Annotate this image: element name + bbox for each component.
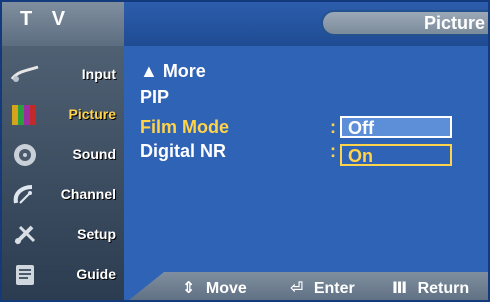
tools-icon <box>10 221 40 249</box>
sidebar-item-sound[interactable]: Sound <box>2 136 124 174</box>
enter-icon: ⏎ <box>290 280 304 297</box>
input-cable-icon <box>10 61 40 89</box>
hint-return: Ⅲ Return <box>392 278 469 298</box>
option-off[interactable]: Off <box>340 116 452 138</box>
menu-item-more[interactable]: ▲ More <box>140 60 206 82</box>
move-arrows-icon: ⇕ <box>182 280 196 297</box>
app-title: T V <box>20 8 73 30</box>
sidebar-item-sound-label: Sound <box>72 146 116 162</box>
sidebar-item-channel-label: Channel <box>60 186 116 202</box>
page-title: Picture <box>423 13 486 33</box>
hint-move: ⇕ Move <box>182 278 247 298</box>
sidebar-item-picture-label: Picture <box>68 106 116 122</box>
hint-move-label: Move <box>205 280 247 297</box>
sidebar-item-guide[interactable]: Guide <box>2 256 124 294</box>
menu-item-film-mode[interactable]: Film Mode <box>140 116 229 138</box>
satellite-dish-icon <box>10 181 40 209</box>
bottom-hint-bar: ⇕ Move ⏎ Enter Ⅲ Return <box>124 272 488 300</box>
sidebar-item-setup-label: Setup <box>77 226 116 242</box>
hint-return-label: Return <box>417 280 470 297</box>
title-pill: Picture <box>321 10 488 36</box>
option-on[interactable]: On <box>340 144 452 166</box>
sidebar-item-input-label: Input <box>81 66 116 82</box>
picture-colorbars-icon <box>10 101 40 129</box>
program-guide-icon <box>10 261 40 289</box>
picture-menu: ▲ More PIP Film Mode : Digital NR : Off … <box>140 60 480 260</box>
sidebar-item-picture[interactable]: Picture <box>2 96 124 134</box>
tv-osd-window: T V Picture Input Picture Sound Channel … <box>0 0 490 302</box>
sidebar-item-input[interactable]: Input <box>2 56 124 94</box>
digital-nr-colon: : <box>330 141 336 161</box>
sidebar-item-guide-label: Guide <box>76 266 116 282</box>
menu-item-pip[interactable]: PIP <box>140 86 169 108</box>
menu-item-digital-nr[interactable]: Digital NR <box>140 140 226 162</box>
speaker-icon <box>10 141 40 169</box>
sidebar: Input Picture Sound Channel Setup Guide <box>2 46 124 300</box>
return-icon: Ⅲ <box>392 280 408 297</box>
top-left-header: T V <box>2 2 124 46</box>
hint-enter-label: Enter <box>313 280 355 297</box>
sidebar-item-channel[interactable]: Channel <box>2 176 124 214</box>
top-right-header: Picture <box>124 2 488 46</box>
film-mode-colon: : <box>330 117 336 137</box>
sidebar-item-setup[interactable]: Setup <box>2 216 124 254</box>
hint-enter: ⏎ Enter <box>290 278 355 298</box>
